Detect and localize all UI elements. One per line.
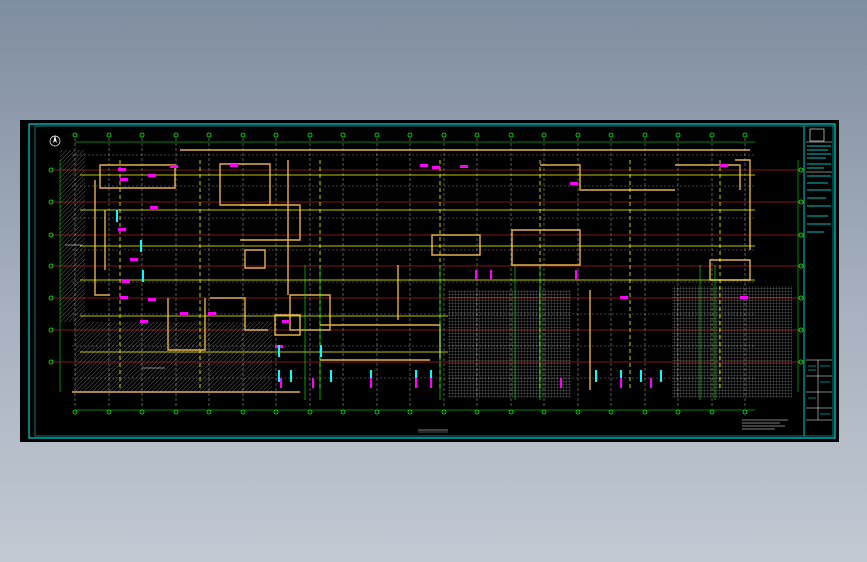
grid-bubble-icon bbox=[709, 409, 715, 415]
grid-bubble-icon bbox=[541, 132, 547, 138]
equipment-marker bbox=[320, 345, 322, 357]
grid-bubble-icon bbox=[608, 409, 614, 415]
grid-bubble-icon bbox=[407, 132, 413, 138]
grid-bubble-icon bbox=[206, 132, 212, 138]
equipment-marker bbox=[122, 280, 130, 283]
cad-drawing-viewport[interactable] bbox=[20, 120, 839, 442]
grid-bubble-icon bbox=[273, 409, 279, 415]
equipment-marker bbox=[116, 210, 118, 222]
grid-bubble-icon bbox=[340, 409, 346, 415]
logo-box bbox=[809, 128, 825, 142]
equipment-marker bbox=[118, 228, 126, 231]
grid-bubble-icon bbox=[508, 132, 514, 138]
equipment-marker bbox=[230, 164, 238, 167]
parking-grid-zone-1 bbox=[448, 290, 571, 398]
equipment-marker bbox=[660, 370, 662, 382]
equipment-marker bbox=[120, 178, 128, 181]
equipment-marker bbox=[130, 258, 138, 261]
grid-bubble-icon bbox=[575, 409, 581, 415]
equipment-marker bbox=[460, 165, 468, 168]
grid-bubble-icon bbox=[173, 132, 179, 138]
equipment-marker bbox=[740, 296, 748, 299]
equipment-marker bbox=[170, 165, 178, 168]
floor-plan-drawing bbox=[28, 123, 836, 439]
equipment-marker bbox=[208, 312, 216, 315]
equipment-marker bbox=[148, 174, 156, 177]
grid-bubble-icon bbox=[709, 132, 715, 138]
title-block-text-lines bbox=[807, 145, 831, 233]
grid-bubble-icon bbox=[72, 132, 78, 138]
grid-bubble-icon bbox=[407, 409, 413, 415]
hatched-area-left bbox=[60, 150, 85, 322]
grid-bubble-icon bbox=[374, 409, 380, 415]
grid-bubble-icon bbox=[575, 132, 581, 138]
grid-bubble-icon bbox=[173, 409, 179, 415]
equipment-marker bbox=[282, 320, 290, 323]
grid-bubble-icon bbox=[240, 409, 246, 415]
equipment-marker bbox=[180, 312, 188, 315]
equipment-marker bbox=[142, 270, 144, 282]
equipment-marker bbox=[432, 166, 440, 169]
grid-bubble-icon bbox=[508, 409, 514, 415]
grid-bubble-icon bbox=[474, 409, 480, 415]
notes-block bbox=[742, 419, 788, 430]
grid-bubble-icon bbox=[340, 132, 346, 138]
equipment-marker bbox=[140, 320, 148, 323]
equipment-marker bbox=[150, 206, 158, 209]
equipment-marker bbox=[720, 164, 728, 167]
grid-bubble-icon bbox=[675, 409, 681, 415]
grid-bubble-icon bbox=[307, 132, 313, 138]
grid-bubble-icon bbox=[642, 409, 648, 415]
grid-bubble-icon bbox=[72, 409, 78, 415]
grid-bubble-icon bbox=[474, 132, 480, 138]
equipment-marker bbox=[278, 345, 280, 357]
grid-bubble-icon bbox=[608, 132, 614, 138]
equipment-marker bbox=[330, 370, 332, 382]
grid-bubble-icon bbox=[541, 409, 547, 415]
grid-bubble-icon bbox=[273, 132, 279, 138]
parking-grid-zone-2 bbox=[672, 286, 792, 398]
grid-bubble-icon bbox=[742, 132, 748, 138]
equipment-marker bbox=[148, 298, 156, 301]
grid-bubble-icon bbox=[240, 132, 246, 138]
hatched-area-bottom-left bbox=[75, 322, 272, 392]
equipment-marker bbox=[120, 296, 128, 299]
north-arrow-icon bbox=[49, 135, 61, 147]
equipment-marker bbox=[570, 182, 578, 185]
grid-bubble-icon bbox=[106, 409, 112, 415]
equipment-marker bbox=[420, 164, 428, 167]
equipment-marker bbox=[278, 370, 280, 382]
grid-bubble-icon bbox=[742, 409, 748, 415]
equipment-marker bbox=[640, 370, 642, 382]
grid-bubble-icon bbox=[206, 409, 212, 415]
grid-bubble-icon bbox=[307, 409, 313, 415]
equipment-marker bbox=[118, 168, 126, 171]
grid-bubble-icon bbox=[675, 132, 681, 138]
equipment-marker bbox=[290, 370, 292, 382]
grid-bubble-icon bbox=[642, 132, 648, 138]
grid-bubble-icon bbox=[374, 132, 380, 138]
grid-bubble-icon bbox=[441, 409, 447, 415]
grid-bubble-icon bbox=[139, 409, 145, 415]
grid-bubble-icon bbox=[106, 132, 112, 138]
equipment-marker bbox=[620, 296, 628, 299]
equipment-marker bbox=[595, 370, 597, 382]
grid-bubble-icon bbox=[139, 132, 145, 138]
grid-bubble-icon bbox=[441, 132, 447, 138]
equipment-marker bbox=[140, 240, 142, 252]
title-block bbox=[803, 126, 832, 436]
